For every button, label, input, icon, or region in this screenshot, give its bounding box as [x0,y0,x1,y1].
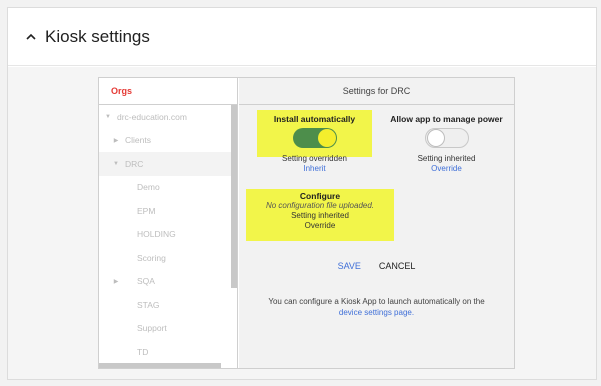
org-tree-label: TD [137,346,149,357]
org-tree-item[interactable]: HOLDING [99,223,237,247]
org-tree-item[interactable]: TD [99,340,237,364]
horizontal-scrollbar[interactable] [99,363,221,368]
org-tree-label: Scoring [137,252,166,263]
form-actions: SAVE CANCEL [239,261,514,271]
kiosk-panel: Orgs ▼ drc-education.com ▶ Clients ▼ DRC Demo E… [98,77,515,369]
org-tree-item[interactable]: ▼ drc-education.com [99,105,237,129]
org-tree-label: Support [137,323,167,334]
power-status: Setting inherited [417,154,476,163]
orgs-header: Orgs [99,78,237,105]
org-tree: ▼ drc-education.com ▶ Clients ▼ DRC Demo EPM HOL… [99,105,237,367]
caret-right-icon[interactable]: ▶ [111,137,121,144]
save-button[interactable]: SAVE [338,261,361,271]
org-tree-label: HOLDING [137,229,176,240]
section-header[interactable]: Kiosk settings [8,8,596,66]
org-tree-item[interactable]: ▼ DRC [99,152,237,176]
chevron-up-icon[interactable] [25,31,37,43]
configure-setting: Configure No configuration file uploaded… [239,191,401,230]
power-override-link[interactable]: Override [380,164,513,173]
manage-power-setting: Allow app to manage power Setting inheri… [380,114,513,173]
toggle-knob [317,129,336,147]
settings-pane: Settings for DRC Install automatically S… [239,78,514,368]
org-tree-label: Demo [137,182,160,193]
org-tree-item[interactable]: EPM [99,199,237,223]
kiosk-footnote: You can configure a Kiosk App to launch … [239,296,514,318]
power-title: Allow app to manage power [390,114,503,124]
org-tree-label: DRC [125,158,144,169]
org-tree-label: EPM [137,205,156,216]
install-automatically-setting: Install automatically Setting overridden… [257,114,372,173]
section-title: Kiosk settings [45,26,150,46]
org-tree-item[interactable]: Scoring [99,246,237,270]
install-title: Install automatically [273,114,356,124]
device-settings-link[interactable]: device settings page. [239,307,514,318]
org-tree-item[interactable]: Demo [99,176,237,200]
caret-down-icon[interactable]: ▼ [111,161,121,167]
org-tree-item[interactable]: STAG [99,293,237,317]
org-tree-label: SQA [137,276,155,287]
power-toggle[interactable] [424,128,469,148]
org-tree-label: drc-education.com [117,111,187,122]
caret-right-icon[interactable]: ▶ [111,278,121,285]
org-tree-item[interactable]: Support [99,317,237,341]
vertical-scrollbar[interactable] [231,105,237,288]
org-tree-item[interactable]: ▶ SQA [99,270,237,294]
orgs-pane: Orgs ▼ drc-education.com ▶ Clients ▼ DRC Demo E… [99,78,238,368]
install-toggle[interactable] [292,128,337,148]
configure-title[interactable]: Configure [239,191,401,201]
settings-header: Settings for DRC [239,78,514,105]
configure-override-link[interactable]: Override [239,221,401,230]
configure-note: No configuration file uploaded. [265,201,375,210]
org-tree-label: STAG [137,299,160,310]
caret-down-icon[interactable]: ▼ [103,114,113,120]
inherit-link[interactable]: Inherit [257,164,372,173]
org-tree-label: Clients [125,135,151,146]
org-tree-item[interactable]: ▶ Clients [99,129,237,153]
kiosk-settings-card: Kiosk settings Orgs ▼ drc-education.com ▶ C… [7,7,597,380]
toggle-knob [426,129,445,147]
section-body: Orgs ▼ drc-education.com ▶ Clients ▼ DRC Demo E… [8,67,596,379]
footnote-text: You can configure a Kiosk App to launch … [268,297,485,306]
cancel-button[interactable]: CANCEL [379,261,416,271]
configure-status: Setting inherited [291,211,349,220]
install-status: Setting overridden [282,154,347,163]
